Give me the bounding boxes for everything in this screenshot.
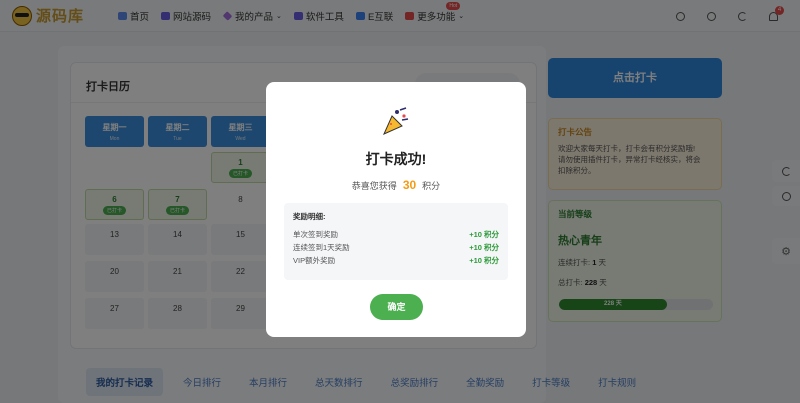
reward-message: 恭喜您获得 30 积分 [351, 178, 441, 192]
detail-title: 奖励明细: [293, 212, 326, 221]
reward-row: VIP额外奖励 +10 积分 [293, 256, 499, 265]
confirm-button[interactable]: 确定 [370, 294, 423, 320]
modal-title: 打卡成功! [365, 151, 427, 167]
reward-row: 连续签到1天奖励 +10 积分 [293, 243, 499, 252]
reward-row: 单次签到奖励 +10 积分 [293, 230, 499, 239]
points-value: 30 [402, 178, 417, 192]
party-popper-icon [383, 107, 409, 135]
checkin-success-modal: 打卡成功! 恭喜您获得 30 积分 奖励明细: 单次签到奖励 +10 积分 连续签到1… [266, 82, 526, 337]
reward-details: 奖励明细: 单次签到奖励 +10 积分 连续签到1天奖励 +10 积分 VIP额外奖… [284, 203, 508, 280]
